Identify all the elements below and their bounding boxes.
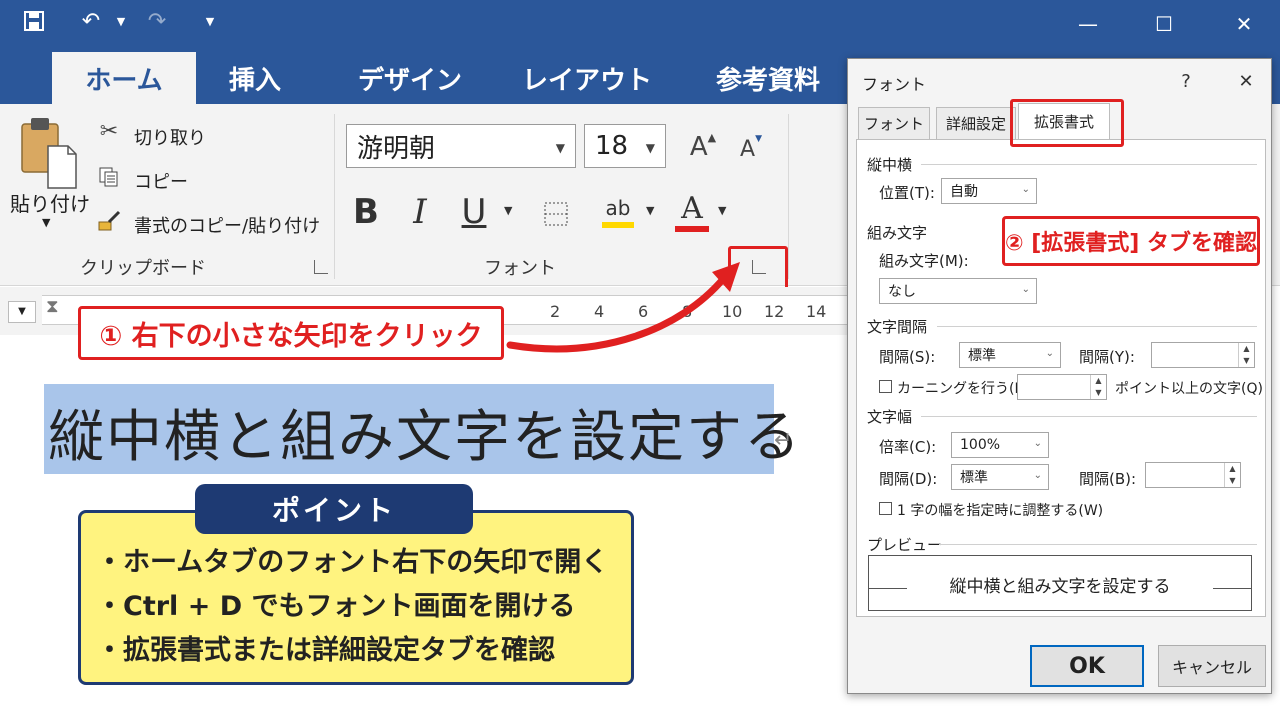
spinner-arrows-icon[interactable]: ▲ ▼ (1224, 463, 1240, 487)
section-divider (937, 326, 1257, 327)
width-interval-value: 標準 (960, 470, 988, 486)
chevron-down-icon: ⌄ (1021, 184, 1030, 195)
position-label: 位置(T): (879, 184, 935, 202)
preview-box: 縦中横と組み文字を設定する (868, 555, 1252, 611)
dialog-close-icon[interactable]: ✕ (1232, 67, 1260, 95)
dialog-panel: 縦中横 位置(T): 自動 ⌄ 組み文字 組み文字(M): なし ⌄ 文字間隔 … (856, 139, 1266, 617)
chevron-down-icon: ⌄ (1033, 438, 1042, 449)
callout-step-2: ② [拡張書式] タブを確認 (1002, 216, 1260, 266)
width-b-spinner[interactable]: ▲ ▼ (1145, 462, 1241, 488)
extended-tab-highlight-box (1010, 99, 1124, 147)
kerning-suffix: ポイント以上の文字(Q) (1115, 381, 1263, 397)
width-interval-label: 間隔(D): (879, 470, 938, 488)
dialog-tab-advanced[interactable]: 詳細設定 (936, 107, 1016, 139)
spacing-interval-label: 間隔(S): (879, 348, 936, 366)
point-item: ・Ctrl + D でもフォント画面を開ける (96, 591, 576, 622)
dialog-title: フォント (862, 75, 927, 94)
section-divider (921, 416, 1257, 417)
kumimoji-combo[interactable]: なし ⌄ (879, 278, 1037, 304)
scale-value: 100% (960, 437, 1001, 453)
spinner-arrows-icon[interactable]: ▲ ▼ (1238, 343, 1254, 367)
spinner-arrows-icon[interactable]: ▲ ▼ (1090, 375, 1106, 399)
preview-heading: プレビュー (867, 536, 943, 554)
kumimoji-heading: 組み文字 (867, 224, 928, 242)
position-combo[interactable]: 自動 ⌄ (941, 178, 1037, 204)
help-icon[interactable]: ? (1172, 67, 1200, 95)
spacing-interval-combo[interactable]: 標準 ⌄ (959, 342, 1061, 368)
preview-text: 縦中横と組み文字を設定する (949, 577, 1171, 597)
chevron-down-icon: ⌄ (1033, 470, 1042, 481)
font-dialog: フォント ? ✕ フォント 詳細設定 拡張書式 縦中横 位置(T): 自動 ⌄ … (847, 58, 1272, 694)
spacing-y-label: 間隔(Y): (1079, 348, 1135, 366)
scale-label: 倍率(C): (879, 438, 937, 456)
ok-button[interactable]: OK (1030, 645, 1144, 687)
point-item: ・ホームタブのフォント右下の矢印で開く (96, 547, 609, 578)
scale-combo[interactable]: 100% ⌄ (951, 432, 1049, 458)
chevron-down-icon: ⌄ (1021, 284, 1030, 295)
position-value: 自動 (950, 184, 978, 200)
point-title: ポイント (195, 484, 473, 534)
chevron-down-icon: ⌄ (1045, 348, 1054, 359)
width-interval-combo[interactable]: 標準 ⌄ (951, 464, 1049, 490)
spacing-heading: 文字間隔 (867, 318, 928, 336)
kumimoji-value: なし (888, 284, 916, 300)
grid-adjust-label: 1 字の幅を指定時に調整する(W) (897, 503, 1104, 519)
kerning-label: カーニングを行う(K): (897, 381, 1034, 397)
section-divider (939, 544, 1257, 545)
spacing-y-spinner[interactable]: ▲ ▼ (1151, 342, 1255, 368)
spacing-interval-value: 標準 (968, 348, 996, 364)
grid-adjust-checkbox[interactable] (879, 502, 892, 515)
point-item: ・拡張書式または詳細設定タブを確認 (96, 635, 555, 666)
tatechuyoko-heading: 縦中横 (867, 156, 913, 174)
cancel-button[interactable]: キャンセル (1158, 645, 1266, 687)
dialog-tab-font[interactable]: フォント (858, 107, 930, 139)
width-b-label: 間隔(B): (1079, 470, 1137, 488)
kerning-spinner[interactable]: ▲ ▼ (1017, 374, 1107, 400)
width-heading: 文字幅 (867, 408, 913, 426)
kerning-checkbox[interactable] (879, 380, 892, 393)
kumimoji-label: 組み文字(M): (879, 252, 969, 270)
section-divider (921, 164, 1257, 165)
